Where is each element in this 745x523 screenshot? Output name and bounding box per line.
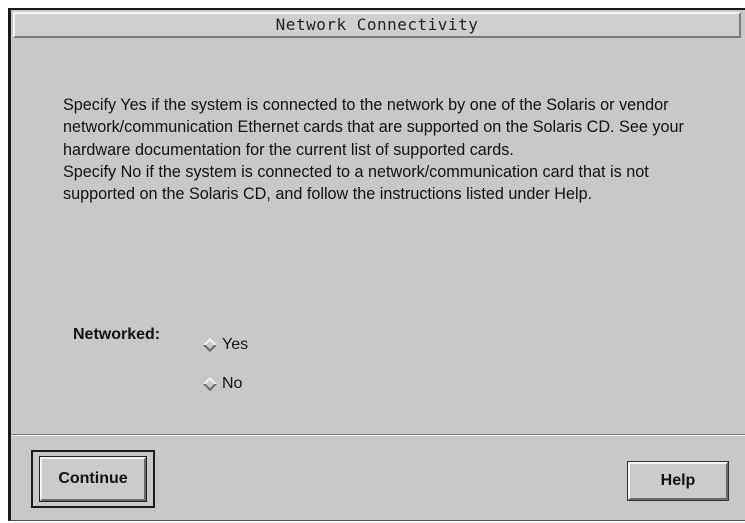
networked-label: Networked:	[73, 326, 161, 343]
instructions-text: Specify Yes if the system is connected t…	[63, 94, 723, 205]
button-separator	[11, 434, 745, 436]
networked-no-radio[interactable]: No	[202, 375, 242, 393]
help-button[interactable]: Help	[627, 461, 729, 501]
diamond-radio-icon[interactable]	[202, 337, 218, 353]
window-title: Network Connectivity	[13, 12, 741, 38]
continue-button[interactable]: Continue	[39, 456, 147, 502]
instructions-paragraph-yes: Specify Yes if the system is connected t…	[63, 96, 684, 159]
diamond-radio-icon[interactable]	[202, 376, 218, 392]
instructions-paragraph-no: Specify No if the system is connected to…	[63, 162, 649, 204]
networked-yes-label[interactable]: Yes	[222, 336, 248, 354]
networked-yes-radio[interactable]: Yes	[202, 336, 248, 354]
dialog-window: Network Connectivity Specify Yes if the …	[8, 8, 745, 521]
networked-no-label[interactable]: No	[222, 375, 242, 393]
